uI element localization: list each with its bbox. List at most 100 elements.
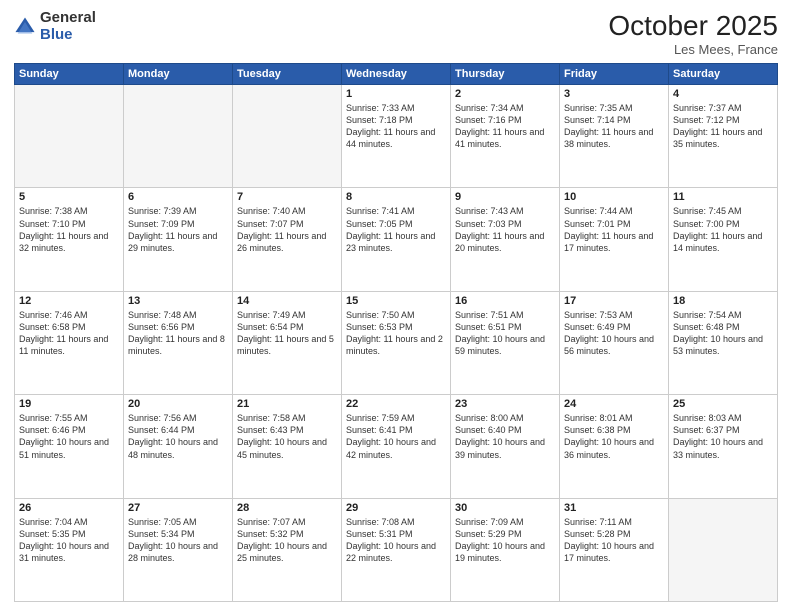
day-info: Sunrise: 7:34 AM Sunset: 7:16 PM Dayligh… — [455, 102, 555, 151]
day-info: Sunrise: 8:01 AM Sunset: 6:38 PM Dayligh… — [564, 412, 664, 461]
day-info: Sunrise: 7:04 AM Sunset: 5:35 PM Dayligh… — [19, 516, 119, 565]
day-cell-34 — [669, 498, 778, 601]
day-cell-19: 17Sunrise: 7:53 AM Sunset: 6:49 PM Dayli… — [560, 291, 669, 394]
day-cell-29: 27Sunrise: 7:05 AM Sunset: 5:34 PM Dayli… — [124, 498, 233, 601]
header-monday: Monday — [124, 64, 233, 85]
day-info: Sunrise: 7:51 AM Sunset: 6:51 PM Dayligh… — [455, 309, 555, 358]
day-info: Sunrise: 7:44 AM Sunset: 7:01 PM Dayligh… — [564, 205, 664, 254]
day-info: Sunrise: 7:54 AM Sunset: 6:48 PM Dayligh… — [673, 309, 773, 358]
day-info: Sunrise: 7:11 AM Sunset: 5:28 PM Dayligh… — [564, 516, 664, 565]
week-row-5: 26 Sunrise: 7:04 AM Sunset: 5:35 PM Dayli… — [15, 498, 778, 601]
day-number: 29 — [346, 502, 446, 514]
day-number: 19 — [19, 398, 119, 410]
day-info: Sunrise: 7:39 AM Sunset: 7:09 PM Dayligh… — [128, 205, 228, 254]
day-number: 15 — [346, 295, 446, 307]
week-row-3: 12Sunrise: 7:46 AM Sunset: 6:58 PM Dayli… — [15, 291, 778, 394]
day-info: Sunrise: 7:43 AM Sunset: 7:03 PM Dayligh… — [455, 205, 555, 254]
day-number: 13 — [128, 295, 228, 307]
day-cell-1 — [124, 85, 233, 188]
day-number: 8 — [346, 191, 446, 203]
day-info: Sunrise: 7:09 AM Sunset: 5:29 PM Dayligh… — [455, 516, 555, 565]
logo-general-text: General — [40, 10, 96, 27]
day-cell-4: 2Sunrise: 7:34 AM Sunset: 7:16 PM Daylig… — [451, 85, 560, 188]
day-info: Sunrise: 7:56 AM Sunset: 6:44 PM Dayligh… — [128, 412, 228, 461]
day-cell-30: 28 Sunrise: 7:07 AM Sunset: 5:32 PM Dayli… — [233, 498, 342, 601]
day-cell-31: 29 Sunrise: 7:08 AM Sunset: 5:31 PM Dayli… — [342, 498, 451, 601]
day-info: Sunrise: 7:49 AM Sunset: 6:54 PM Dayligh… — [237, 309, 337, 358]
header-friday: Friday — [560, 64, 669, 85]
day-number: 17 — [564, 295, 664, 307]
day-info: Sunrise: 7:58 AM Sunset: 6:43 PM Dayligh… — [237, 412, 337, 461]
day-info: Sunrise: 7:07 AM Sunset: 5:32 PM Dayligh… — [237, 516, 337, 565]
day-info: Sunrise: 7:48 AM Sunset: 6:56 PM Dayligh… — [128, 309, 228, 358]
day-cell-13: 11 Sunrise: 7:45 AM Sunset: 7:00 PM Dayli… — [669, 188, 778, 291]
day-info: Sunrise: 7:35 AM Sunset: 7:14 PM Dayligh… — [564, 102, 664, 151]
day-number: 10 — [564, 191, 664, 203]
day-cell-28: 26 Sunrise: 7:04 AM Sunset: 5:35 PM Dayli… — [15, 498, 124, 601]
day-info: Sunrise: 7:45 AM Sunset: 7:00 PM Dayligh… — [673, 205, 773, 254]
day-cell-8: 6 Sunrise: 7:39 AM Sunset: 7:09 PM Daylig… — [124, 188, 233, 291]
day-cell-15: 13 Sunrise: 7:48 AM Sunset: 6:56 PM Dayli… — [124, 291, 233, 394]
day-number: 1 — [346, 88, 446, 100]
day-cell-25: 23Sunrise: 8:00 AM Sunset: 6:40 PM Dayli… — [451, 395, 560, 498]
day-cell-22: 20 Sunrise: 7:56 AM Sunset: 6:44 PM Dayli… — [124, 395, 233, 498]
logo-icon — [14, 16, 36, 38]
weekday-header-row: Sunday Monday Tuesday Wednesday Thursday… — [15, 64, 778, 85]
day-number: 22 — [346, 398, 446, 410]
day-number: 26 — [19, 502, 119, 514]
day-info: Sunrise: 7:50 AM Sunset: 6:53 PM Dayligh… — [346, 309, 446, 358]
day-cell-0 — [15, 85, 124, 188]
day-cell-11: 9Sunrise: 7:43 AM Sunset: 7:03 PM Daylig… — [451, 188, 560, 291]
day-cell-21: 19 Sunrise: 7:55 AM Sunset: 6:46 PM Dayli… — [15, 395, 124, 498]
day-cell-7: 5Sunrise: 7:38 AM Sunset: 7:10 PM Daylig… — [15, 188, 124, 291]
header-thursday: Thursday — [451, 64, 560, 85]
day-number: 25 — [673, 398, 773, 410]
logo-text: General Blue — [40, 10, 96, 43]
day-cell-10: 8 Sunrise: 7:41 AM Sunset: 7:05 PM Daylig… — [342, 188, 451, 291]
day-info: Sunrise: 7:55 AM Sunset: 6:46 PM Dayligh… — [19, 412, 119, 461]
week-row-4: 19 Sunrise: 7:55 AM Sunset: 6:46 PM Dayli… — [15, 395, 778, 498]
day-info: Sunrise: 7:59 AM Sunset: 6:41 PM Dayligh… — [346, 412, 446, 461]
day-cell-3: 1 Sunrise: 7:33 AM Sunset: 7:18 PM Daylig… — [342, 85, 451, 188]
day-number: 21 — [237, 398, 337, 410]
day-cell-5: 3Sunrise: 7:35 AM Sunset: 7:14 PM Daylig… — [560, 85, 669, 188]
day-info: Sunrise: 7:41 AM Sunset: 7:05 PM Dayligh… — [346, 205, 446, 254]
week-row-1: 1 Sunrise: 7:33 AM Sunset: 7:18 PM Daylig… — [15, 85, 778, 188]
page: General Blue October 2025 Les Mees, Fran… — [0, 0, 792, 612]
day-number: 16 — [455, 295, 555, 307]
day-info: Sunrise: 7:08 AM Sunset: 5:31 PM Dayligh… — [346, 516, 446, 565]
day-number: 7 — [237, 191, 337, 203]
day-info: Sunrise: 7:46 AM Sunset: 6:58 PM Dayligh… — [19, 309, 119, 358]
header-sunday: Sunday — [15, 64, 124, 85]
header-tuesday: Tuesday — [233, 64, 342, 85]
day-number: 30 — [455, 502, 555, 514]
calendar-table: Sunday Monday Tuesday Wednesday Thursday… — [14, 63, 778, 602]
day-number: 20 — [128, 398, 228, 410]
day-cell-16: 14Sunrise: 7:49 AM Sunset: 6:54 PM Dayli… — [233, 291, 342, 394]
day-number: 18 — [673, 295, 773, 307]
header: General Blue October 2025 Les Mees, Fran… — [14, 10, 778, 57]
day-number: 23 — [455, 398, 555, 410]
day-cell-23: 21 Sunrise: 7:58 AM Sunset: 6:43 PM Dayli… — [233, 395, 342, 498]
header-wednesday: Wednesday — [342, 64, 451, 85]
day-info: Sunrise: 7:37 AM Sunset: 7:12 PM Dayligh… — [673, 102, 773, 151]
logo-blue-text: Blue — [40, 27, 96, 44]
logo: General Blue — [14, 10, 96, 43]
day-cell-14: 12Sunrise: 7:46 AM Sunset: 6:58 PM Dayli… — [15, 291, 124, 394]
day-number: 4 — [673, 88, 773, 100]
day-number: 6 — [128, 191, 228, 203]
week-row-2: 5Sunrise: 7:38 AM Sunset: 7:10 PM Daylig… — [15, 188, 778, 291]
day-cell-6: 4 Sunrise: 7:37 AM Sunset: 7:12 PM Daylig… — [669, 85, 778, 188]
day-cell-2 — [233, 85, 342, 188]
day-info: Sunrise: 8:03 AM Sunset: 6:37 PM Dayligh… — [673, 412, 773, 461]
day-cell-32: 30 Sunrise: 7:09 AM Sunset: 5:29 PM Dayli… — [451, 498, 560, 601]
day-cell-18: 16 Sunrise: 7:51 AM Sunset: 6:51 PM Dayli… — [451, 291, 560, 394]
day-cell-9: 7Sunrise: 7:40 AM Sunset: 7:07 PM Daylig… — [233, 188, 342, 291]
day-cell-12: 10 Sunrise: 7:44 AM Sunset: 7:01 PM Dayli… — [560, 188, 669, 291]
day-number: 24 — [564, 398, 664, 410]
day-number: 11 — [673, 191, 773, 203]
day-number: 31 — [564, 502, 664, 514]
day-number: 28 — [237, 502, 337, 514]
day-cell-20: 18 Sunrise: 7:54 AM Sunset: 6:48 PM Dayli… — [669, 291, 778, 394]
day-info: Sunrise: 7:33 AM Sunset: 7:18 PM Dayligh… — [346, 102, 446, 151]
